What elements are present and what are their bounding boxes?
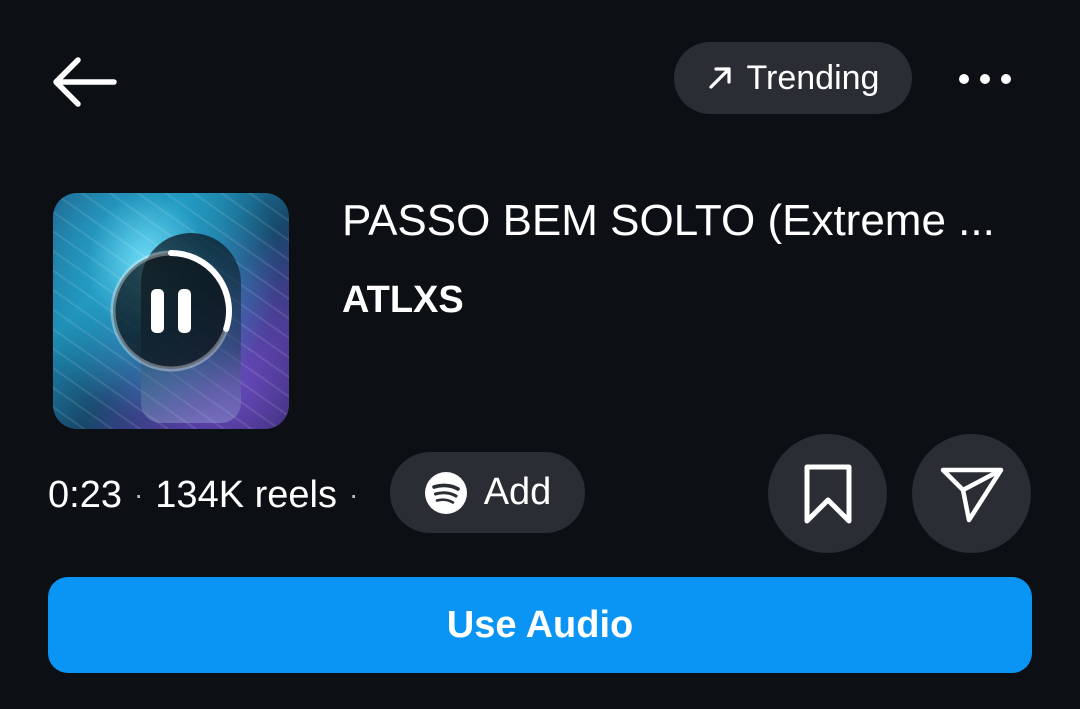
spotify-icon bbox=[424, 471, 467, 514]
pause-button[interactable] bbox=[104, 244, 238, 378]
add-label: Add bbox=[483, 471, 552, 513]
arrow-up-right-icon bbox=[708, 67, 731, 89]
add-to-spotify-button[interactable]: Add bbox=[390, 452, 585, 533]
artist-name[interactable]: ATLXS bbox=[342, 277, 464, 323]
share-button[interactable] bbox=[912, 434, 1031, 553]
song-title: PASSO BEM SOLTO (Extreme ... bbox=[342, 196, 995, 245]
send-icon bbox=[940, 467, 1003, 522]
meta-separator: · bbox=[348, 479, 359, 510]
bookmark-icon bbox=[804, 464, 851, 523]
more-options-button[interactable] bbox=[952, 56, 1018, 102]
save-button[interactable] bbox=[768, 434, 887, 553]
pause-icon bbox=[151, 289, 164, 333]
back-button[interactable] bbox=[48, 52, 120, 112]
more-horizontal-icon bbox=[959, 74, 1011, 84]
reels-count[interactable]: 134K reels bbox=[155, 474, 337, 517]
trending-label: Trending bbox=[746, 59, 880, 97]
album-art bbox=[53, 193, 289, 429]
arrow-left-icon bbox=[53, 57, 117, 107]
use-audio-button[interactable]: Use Audio bbox=[48, 577, 1032, 673]
meta-separator: · bbox=[133, 479, 144, 510]
trending-button[interactable]: Trending bbox=[674, 42, 912, 114]
audio-meta: 0:23 · 134K reels · bbox=[48, 472, 370, 518]
audio-duration: 0:23 bbox=[48, 473, 122, 516]
